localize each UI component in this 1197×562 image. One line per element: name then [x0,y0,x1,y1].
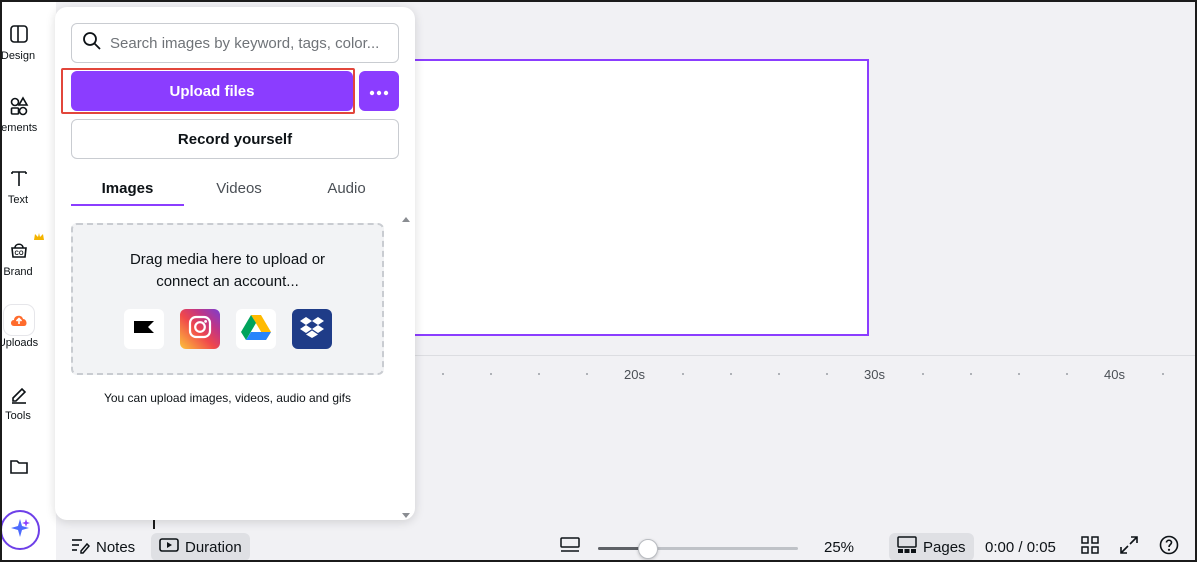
scroll-down-arrow-icon[interactable] [401,507,411,525]
zoom-level[interactable]: 25% [824,533,854,561]
dropzone-line-1: Drag media here to upload or [129,251,326,268]
google-drive-icon [240,313,272,346]
tick-dot [586,373,588,375]
sidebar-item-label: Brand [3,266,33,278]
active-tab-indicator [71,204,184,206]
pages-icon [897,536,917,558]
dropbox-icon [299,315,325,344]
media-tabs: Images Videos Audio [71,169,399,207]
tick-dot [442,373,444,375]
crown-icon [33,232,45,245]
sidebar-item-projects[interactable] [0,452,40,482]
connect-apps [124,309,332,349]
help-button[interactable] [1159,533,1179,561]
sidebar-item-brand[interactable]: CO Brand [0,233,44,278]
time-readout: 0:00 / 0:05 [985,538,1056,556]
left-rail: Design lements Text CO Brand Uploads Too… [0,0,56,562]
scroll-up-arrow-icon[interactable] [401,210,411,228]
play-box-icon [159,537,179,557]
tick-dot [682,373,684,375]
tab-videos[interactable]: Videos [184,169,294,207]
tick-dot [730,373,732,375]
instagram-button[interactable] [180,309,220,349]
dropbox-button[interactable] [292,309,332,349]
grid-view-button[interactable] [560,533,580,561]
more-dots-icon [369,84,389,99]
fullscreen-button[interactable] [1120,533,1138,561]
google-drive-button[interactable] [236,309,276,349]
design-page[interactable] [400,59,869,336]
tick-dot [826,373,828,375]
pages-label: Pages [923,538,966,556]
tick-dot [490,373,492,375]
search-box[interactable] [71,23,399,63]
sidebar-item-tools[interactable]: Tools [0,380,40,422]
tick-label-20s: 20s [624,367,645,382]
tick-dot [1018,373,1020,375]
svg-text:CO: CO [15,251,24,257]
sidebar-item-elements[interactable]: lements [0,92,40,134]
tab-images[interactable]: Images [71,169,184,207]
pen-icon [5,380,33,408]
text-icon [5,164,33,192]
shapes-icon [5,92,33,120]
record-yourself-button[interactable]: Record yourself [71,119,399,159]
grid-view-toggle[interactable] [1081,533,1099,561]
sidebar-item-design[interactable]: Design [0,20,40,62]
upload-files-button[interactable]: Upload files [71,71,353,111]
tick-dot [970,373,972,375]
dropzone-text: Drag media here to upload or connect an … [73,249,382,293]
bottom-bar: Notes Duration 25% Pages 0:00 / 0:05 [0,532,1197,562]
brand-icon: CO [5,233,44,264]
timeline-ruler[interactable]: 20s 30s 40s [415,355,1195,395]
sidebar-item-label: Design [0,50,36,62]
tick-label-30s: 30s [864,367,885,382]
help-icon [1159,535,1179,559]
sidebar-item-label: Tools [5,410,31,422]
tick-dot [1066,373,1068,375]
tick-label-40s: 40s [1104,367,1125,382]
tick-dot [1162,373,1164,375]
folder-icon [5,452,33,480]
tab-audio[interactable]: Audio [294,169,399,207]
zoom-slider-thumb[interactable] [638,539,658,559]
notes-button[interactable]: Notes [70,533,135,561]
capcut-icon [133,319,155,340]
pages-button[interactable]: Pages [889,533,974,561]
timeline-divider [415,355,1195,356]
tick-dot [922,373,924,375]
tick-dot [778,373,780,375]
page-view-icon [560,536,580,558]
sidebar-item-label: Uploads [0,337,39,349]
cloud-upload-icon [4,305,34,335]
search-icon [82,31,102,56]
tick-dot [538,373,540,375]
search-input[interactable] [110,34,390,52]
instagram-icon [187,314,213,345]
sidebar-item-text[interactable]: Text [0,164,40,206]
upload-hint: You can upload images, videos, audio and… [103,391,352,405]
uploads-panel: Upload files Record yourself Images Vide… [55,7,415,520]
zoom-slider[interactable] [598,547,798,550]
sidebar-item-uploads[interactable]: Uploads [0,305,40,349]
sidebar-item-label: lements [0,122,38,134]
notes-label: Notes [96,538,136,556]
dropzone-line-2: connect an account... [156,273,299,290]
upload-dropzone[interactable]: Drag media here to upload or connect an … [71,223,384,375]
layout-icon [5,20,33,48]
grid-icon [1081,536,1099,558]
duration-label: Duration [185,538,242,556]
notes-icon [70,536,91,558]
sidebar-item-label: Text [7,194,29,206]
more-options-button[interactable] [359,71,399,111]
duration-button[interactable]: Duration [151,533,250,561]
capcut-button[interactable] [124,309,164,349]
expand-icon [1120,536,1138,558]
